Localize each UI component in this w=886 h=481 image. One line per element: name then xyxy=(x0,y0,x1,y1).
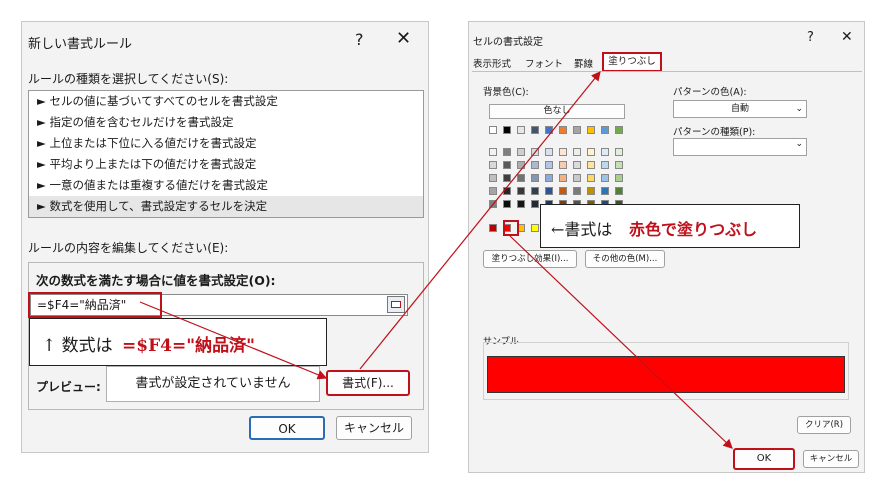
arrow-format-to-fill-tab xyxy=(359,71,601,370)
arrow-color-to-ok xyxy=(509,235,733,449)
connector-arrows xyxy=(139,71,733,449)
arrow-formula-to-format xyxy=(139,301,328,380)
